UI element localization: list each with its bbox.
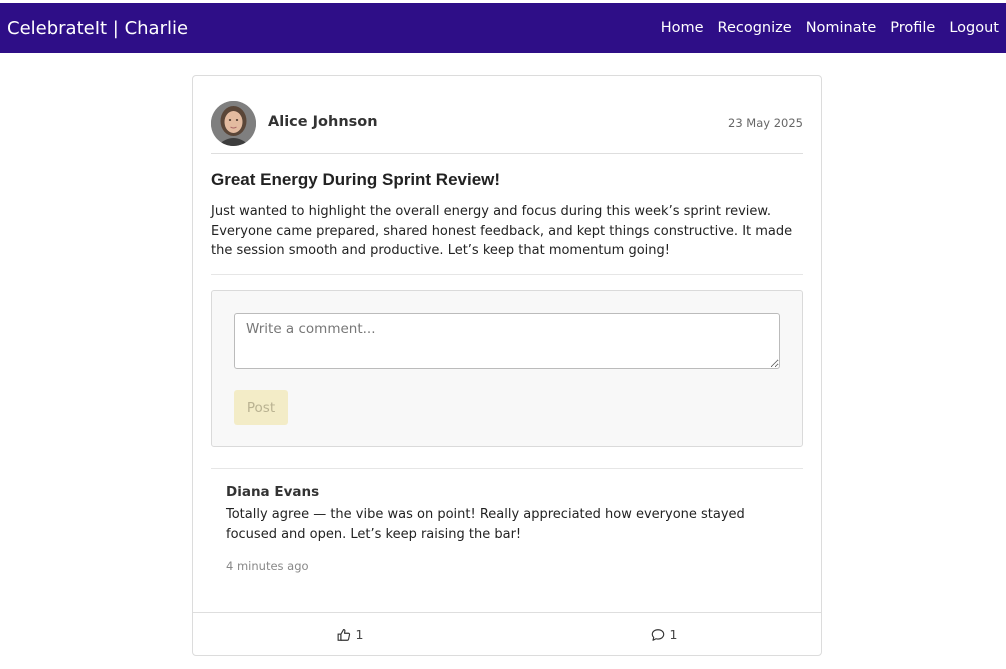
recognition-card: Alice Johnson 23 May 2025 Great Energy D…: [192, 75, 822, 656]
nav-link-recognize[interactable]: Recognize: [718, 20, 792, 36]
likes-count: 1: [355, 627, 364, 642]
post-comment-button[interactable]: Post: [234, 390, 288, 425]
comment-text: Totally agree — the vibe was on point! R…: [226, 507, 745, 542]
comments-count: 1: [669, 627, 678, 642]
top-navbar: CelebrateIt | Charlie Home Recognize Nom…: [0, 3, 1006, 53]
card-footer: 1 1: [193, 612, 821, 656]
post-header: Alice Johnson 23 May 2025: [211, 101, 803, 154]
thumbs-up-icon: [337, 628, 350, 641]
divider: [211, 468, 803, 469]
comment-bubble-icon: [651, 628, 664, 641]
nav-link-nominate[interactable]: Nominate: [806, 20, 877, 36]
comment-input[interactable]: [234, 313, 780, 369]
like-button[interactable]: 1: [193, 613, 507, 656]
author-avatar: [211, 101, 256, 146]
nav-links: Home Recognize Nominate Profile Logout: [647, 20, 1006, 36]
brand-title[interactable]: CelebrateIt | Charlie: [0, 18, 188, 39]
post-author: Alice Johnson: [268, 114, 378, 130]
comment-item: Diana Evans Totally agree — the vibe was…: [226, 484, 786, 573]
comments-button[interactable]: 1: [507, 613, 821, 656]
comment-time: 4 minutes ago: [226, 559, 309, 573]
comment-form: Post: [211, 290, 803, 447]
post-title: Great Energy During Sprint Review!: [211, 170, 501, 189]
nav-link-logout[interactable]: Logout: [949, 20, 999, 36]
post-date: 23 May 2025: [728, 116, 803, 130]
post-body: Just wanted to highlight the overall ene…: [211, 204, 793, 258]
nav-link-profile[interactable]: Profile: [890, 20, 935, 36]
divider: [211, 274, 803, 275]
nav-link-home[interactable]: Home: [661, 20, 704, 36]
comment-author: Diana Evans: [226, 484, 320, 500]
